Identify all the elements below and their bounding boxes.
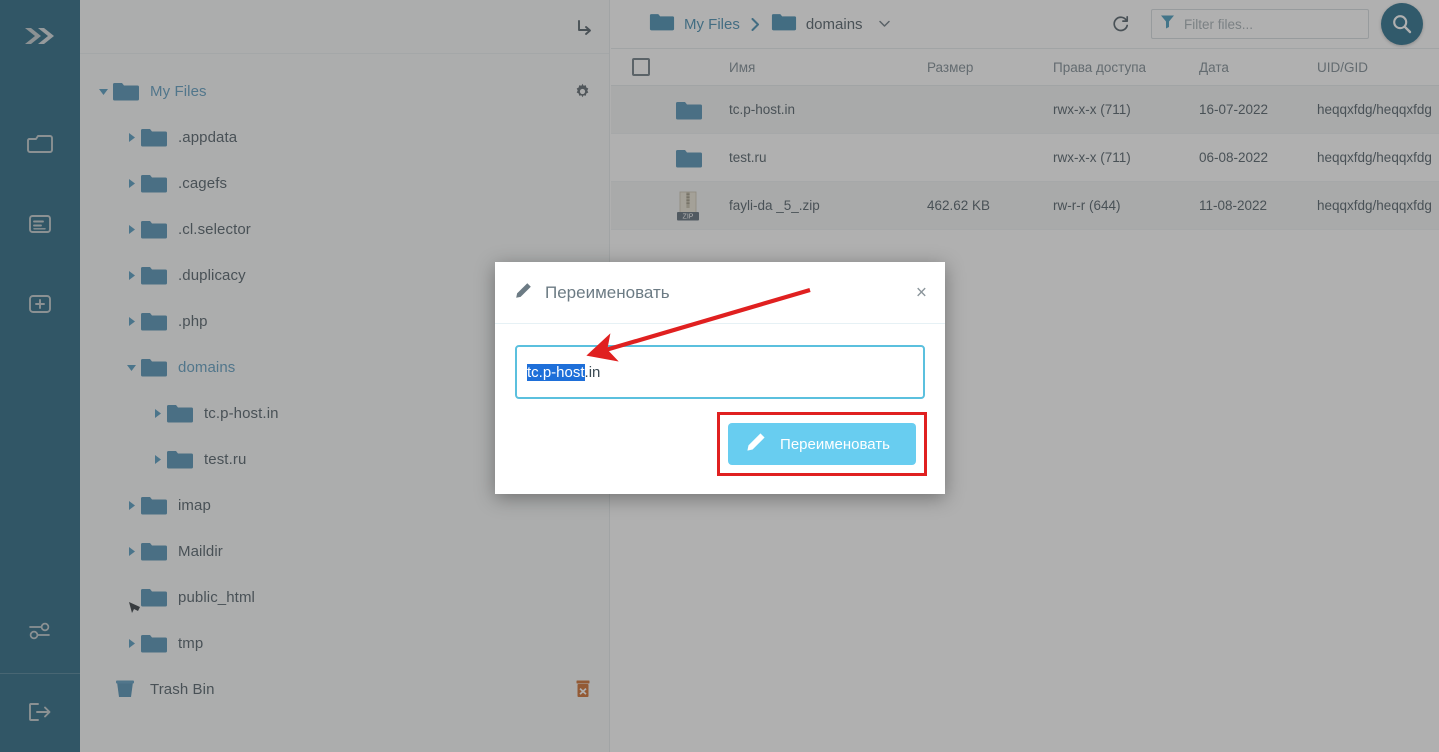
- rename-input-text: tc.p-host.in: [527, 363, 601, 381]
- app-root: My Files .appdata .cagefs .cl.selector .dup…: [0, 0, 1439, 752]
- rename-input-selection: tc.p-host: [527, 363, 585, 381]
- rename-button-highlight: Переименовать: [717, 412, 927, 476]
- rename-dialog-title: Переименовать: [545, 282, 670, 302]
- rename-dialog-body: tc.p-host.in: [495, 324, 945, 399]
- rename-input[interactable]: tc.p-host.in: [515, 345, 925, 399]
- rename-input-rest: .in: [584, 363, 601, 381]
- pencil-icon: [746, 432, 766, 456]
- rename-button[interactable]: Переименовать: [728, 423, 916, 465]
- rename-dialog-header: Переименовать ×: [495, 262, 945, 324]
- rename-button-label: Переименовать: [780, 435, 890, 453]
- rename-dialog: Переименовать × tc.p-host.in Переименова…: [495, 262, 945, 494]
- pencil-icon: [515, 282, 532, 304]
- rename-dialog-footer: Переименовать: [717, 412, 945, 494]
- close-icon[interactable]: ×: [916, 283, 927, 302]
